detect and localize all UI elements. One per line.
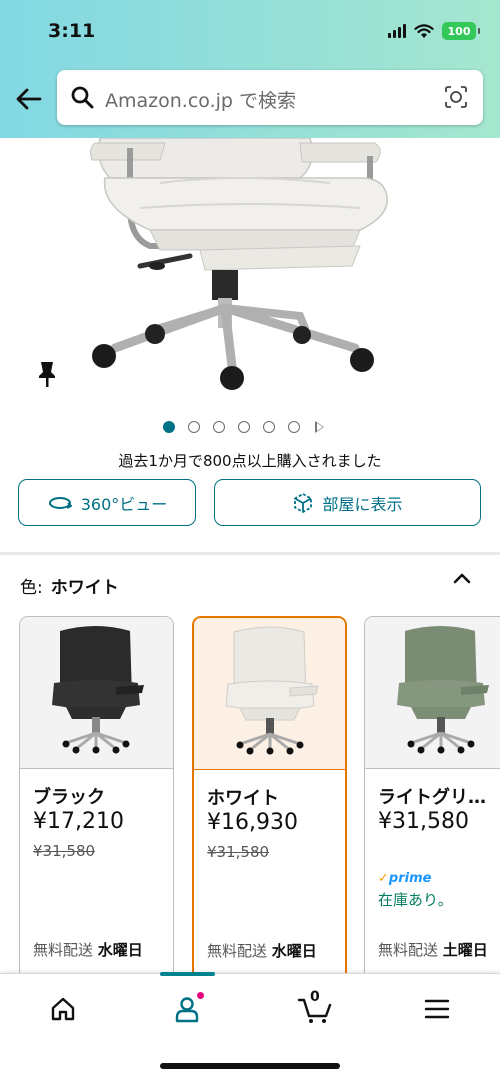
ar-cube-icon [294,492,313,513]
prime-label: prime [388,871,432,886]
view-in-room-button[interactable]: 部屋に表示 [214,479,481,526]
purchase-count-note: 過去1か月で800点以上購入されました [118,452,382,470]
variant-image [20,617,173,769]
nav-menu[interactable] [417,989,457,1029]
chair-thumbnail [225,626,319,755]
notification-dot [196,991,205,1000]
home-icon [51,997,75,1021]
user-icon [175,997,199,1023]
variant-price: ¥17,210 [33,809,124,834]
video-play-icon[interactable] [315,421,324,433]
search-input[interactable]: Amazon.co.jp で検索 [57,70,483,125]
delivery-prefix: 無料配送 [33,941,94,959]
color-selector-label: 色: ホワイト [20,573,119,598]
variant-card-black[interactable]: ブラック ¥17,210 ¥31,580 無料配送 水曜日 [19,616,174,986]
delivery-prefix: 無料配送 [207,942,268,960]
view-in-room-label: 部屋に表示 [322,494,403,514]
product-page: 3:11 100 Amazon.co.jp で検索 過去1か月で800点以上購入… [0,0,500,1080]
gallery-pager[interactable] [163,421,324,433]
selected-color: ホワイト [50,578,119,598]
home-indicator [160,1063,340,1069]
variant-card-white[interactable]: ホワイト ¥16,930 ¥31,580 無料配送 水曜日 [192,616,347,986]
delivery-day: 水曜日 [97,941,143,959]
pager-dot[interactable] [188,421,200,433]
camera-search-icon[interactable] [443,84,469,110]
pager-dot[interactable] [238,421,250,433]
status-icons: 100 [388,22,480,40]
color-label-prefix: 色: [20,578,43,598]
variant-price: ¥31,580 [378,809,469,834]
variant-name: ライトグリ… [378,787,486,808]
variant-image [365,617,500,769]
prime-badge: ✓prime [378,871,431,886]
chair-thumbnail [52,626,144,754]
signal-icon [388,24,406,38]
pin-icon [39,362,55,387]
pager-dot[interactable] [263,421,275,433]
battery-icon: 100 [442,22,480,40]
section-divider [0,552,500,555]
chair-thumbnail [397,626,489,754]
cart-count: 0 [310,989,320,1005]
rotate-360-icon [48,496,72,509]
variant-stock: 在庫あり。 [378,891,453,909]
variant-card-light-green[interactable]: ライトグリ… ¥31,580 ✓prime 在庫あり。 無料配送 土曜日 [364,616,500,986]
search-placeholder: Amazon.co.jp で検索 [105,90,296,112]
variant-image [194,618,345,770]
back-arrow-icon[interactable] [14,84,44,114]
nav-home[interactable] [43,989,83,1029]
pager-dot[interactable] [213,421,225,433]
header: 3:11 100 Amazon.co.jp で検索 [0,0,500,138]
delivery-day: 水曜日 [271,942,317,960]
nav-cart[interactable]: 0 [295,989,335,1029]
variant-name: ブラック [33,787,105,808]
view-360-label: 360°ビュー [80,494,168,514]
view-360-button[interactable]: 360°ビュー [18,479,196,526]
pager-dot[interactable] [288,421,300,433]
variant-price: ¥16,930 [207,810,298,835]
delivery-day: 土曜日 [442,941,488,959]
variant-list-price: ¥31,580 [33,842,96,860]
chevron-up-icon[interactable] [452,570,472,586]
status-time: 3:11 [48,20,96,42]
variant-name: ホワイト [207,788,279,809]
variant-list-price: ¥31,580 [207,843,270,861]
prime-check-icon: ✓ [378,871,389,886]
delivery-prefix: 無料配送 [378,941,439,959]
nav-account[interactable] [167,989,207,1029]
active-tab-indicator [160,972,215,976]
variant-delivery: 無料配送 土曜日 [378,939,488,960]
search-icon [71,86,94,109]
wifi-icon [414,23,434,38]
product-image[interactable] [0,138,500,400]
variant-delivery: 無料配送 水曜日 [207,940,317,961]
bottom-nav: 0 [0,972,500,1080]
pager-dot[interactable] [163,421,175,433]
variant-delivery: 無料配送 水曜日 [33,939,143,960]
hamburger-menu-icon [424,999,450,1019]
chair-image [90,138,388,390]
